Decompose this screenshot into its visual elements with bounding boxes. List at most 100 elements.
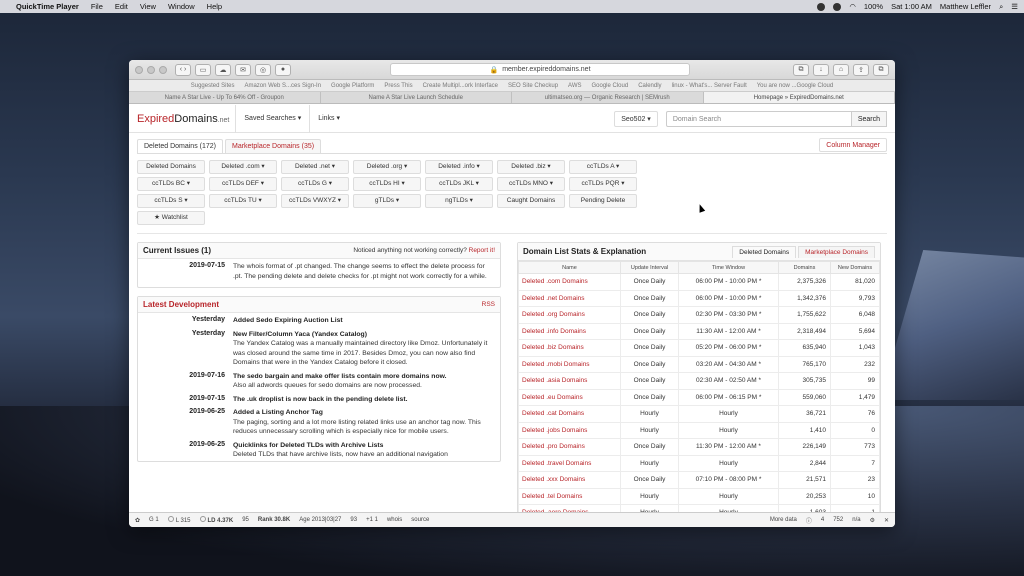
bug-icon[interactable]: ✿: [135, 517, 140, 524]
domain-list-link[interactable]: Deleted .jobs Domains: [518, 421, 621, 439]
stat-item[interactable]: whois: [387, 517, 402, 523]
extension-icon[interactable]: ↓: [813, 63, 829, 76]
battery-level[interactable]: 100%: [864, 2, 883, 11]
zoom-window-button[interactable]: [159, 65, 167, 74]
stat-item[interactable]: Rank 30.8K: [258, 517, 290, 523]
bookmark-item[interactable]: Create Multipl...ork Interface: [423, 83, 498, 89]
browser-tab[interactable]: ultimatseo.org — Organic Research | SEMr…: [512, 92, 704, 103]
user-name[interactable]: Matthew Leffler: [940, 2, 991, 11]
bookmark-item[interactable]: Suggested Sites: [191, 83, 235, 89]
list-button[interactable]: Deleted .net ▾: [281, 160, 349, 174]
list-button[interactable]: Pending Delete: [569, 194, 637, 208]
stat-item[interactable]: 95: [242, 517, 249, 523]
list-button[interactable]: Deleted .biz ▾: [497, 160, 565, 174]
tab-stats-deleted[interactable]: Deleted Domains: [732, 245, 797, 258]
stat-item[interactable]: G 1: [149, 517, 159, 523]
menu-icon[interactable]: ☰: [1011, 2, 1018, 11]
bookmark-item[interactable]: Amazon Web S...ces Sign-In: [244, 83, 321, 89]
links-menu[interactable]: Links ▾: [309, 105, 348, 133]
extension-icon[interactable]: ◎: [255, 63, 271, 76]
tab-stats-marketplace[interactable]: Marketplace Domains: [798, 245, 875, 258]
stat-item[interactable]: n/a: [852, 517, 860, 523]
settings-icon[interactable]: ⚙: [870, 517, 875, 524]
column-header[interactable]: New Domains: [830, 261, 880, 274]
share-icon[interactable]: ⇪: [853, 63, 869, 76]
domain-list-link[interactable]: Deleted .asia Domains: [518, 372, 621, 390]
back-forward-button[interactable]: ‹ ›: [175, 63, 191, 76]
column-header[interactable]: Update Interval: [620, 261, 679, 274]
search-icon[interactable]: ⌕: [999, 2, 1003, 12]
site-logo[interactable]: ExpiredDomains.net: [137, 113, 229, 125]
status-icon[interactable]: [833, 2, 842, 11]
bookmark-item[interactable]: AWS: [568, 83, 581, 89]
home-icon[interactable]: ⌂: [833, 63, 849, 76]
domain-search-input[interactable]: Domain Search: [665, 110, 852, 127]
domain-list-link[interactable]: Deleted .aero Domains: [518, 504, 621, 512]
menu-help[interactable]: Help: [207, 2, 222, 11]
list-button[interactable]: Caught Domains: [497, 194, 565, 208]
minimize-window-button[interactable]: [147, 65, 155, 74]
domain-list-link[interactable]: Deleted .com Domains: [518, 273, 621, 291]
stat-item[interactable]: L 315: [167, 516, 191, 524]
list-button[interactable]: ccTLDs DEF ▾: [209, 177, 277, 191]
bookmark-item[interactable]: Google Platform: [331, 83, 374, 89]
column-manager-button[interactable]: Column Manager: [819, 138, 887, 152]
stat-item[interactable]: 93: [350, 517, 357, 523]
tab-marketplace-domains[interactable]: Marketplace Domains (35): [224, 139, 322, 153]
more-data-button[interactable]: More data: [770, 517, 797, 523]
list-button[interactable]: Deleted .info ▾: [425, 160, 493, 174]
browser-tab-active[interactable]: Homepage » ExpiredDomains.net: [703, 92, 895, 103]
list-button[interactable]: ccTLDs S ▾: [137, 194, 205, 208]
list-button[interactable]: ccTLDs JKL ▾: [425, 177, 493, 191]
tab-deleted-domains[interactable]: Deleted Domains (172): [137, 139, 223, 153]
user-menu[interactable]: Seo502 ▾: [614, 110, 658, 127]
bookmark-item[interactable]: SEO Site Checkup: [508, 83, 558, 89]
list-button[interactable]: ccTLDs TU ▾: [209, 194, 277, 208]
stat-item[interactable]: LD 4.37K: [199, 516, 233, 524]
domain-list-link[interactable]: Deleted .biz Domains: [518, 339, 621, 357]
list-button[interactable]: ccTLDs A ▾: [569, 160, 637, 174]
browser-tab[interactable]: Name A Star Live - Up To 64% Off - Group…: [129, 92, 321, 103]
list-button[interactable]: ccTLDs PQR ▾: [569, 177, 637, 191]
stat-item[interactable]: source: [411, 517, 429, 523]
chat-icon[interactable]: ●: [275, 63, 291, 76]
bookmark-item[interactable]: You are now ...Google Cloud: [757, 83, 834, 89]
column-header[interactable]: Domains: [778, 261, 831, 274]
saved-searches-menu[interactable]: Saved Searches ▾: [235, 105, 309, 133]
stat-item[interactable]: +1 1: [366, 517, 378, 523]
list-button[interactable]: ccTLDs HI ▾: [353, 177, 421, 191]
cloud-icon[interactable]: ☁: [215, 63, 231, 76]
domain-list-link[interactable]: Deleted .mobi Domains: [518, 355, 621, 373]
stat-item[interactable]: 4: [821, 517, 824, 523]
report-link[interactable]: Report it!: [469, 247, 495, 254]
domain-list-link[interactable]: Deleted .pro Domains: [518, 438, 621, 456]
domain-list-link[interactable]: Deleted .org Domains: [518, 306, 621, 324]
domain-list-link[interactable]: Deleted .xxx Domains: [518, 471, 621, 489]
column-header[interactable]: Time Window: [678, 261, 779, 274]
sidebar-icon[interactable]: ▭: [195, 63, 211, 76]
clock[interactable]: Sat 1:00 AM: [891, 2, 932, 11]
extension-icon[interactable]: ⧉: [793, 63, 809, 76]
domain-list-link[interactable]: Deleted .cat Domains: [518, 405, 621, 423]
list-button[interactable]: gTLDs ▾: [353, 194, 421, 208]
domain-list-link[interactable]: Deleted .travel Domains: [518, 454, 621, 472]
wifi-icon[interactable]: ◠: [849, 2, 856, 11]
status-icon[interactable]: [817, 2, 826, 11]
rss-link[interactable]: RSS: [482, 301, 495, 308]
list-button[interactable]: ccTLDs BC ▾: [137, 177, 205, 191]
watchlist-button[interactable]: ★ Watchlist: [137, 211, 205, 225]
menu-window[interactable]: Window: [168, 2, 195, 11]
domain-list-link[interactable]: Deleted .eu Domains: [518, 388, 621, 406]
domain-list-link[interactable]: Deleted .net Domains: [518, 289, 621, 307]
list-button[interactable]: ccTLDs G ▾: [281, 177, 349, 191]
bookmark-item[interactable]: Google Cloud: [592, 83, 629, 89]
list-button[interactable]: Deleted .org ▾: [353, 160, 421, 174]
list-button[interactable]: ccTLDs VWXYZ ▾: [281, 194, 349, 208]
search-button[interactable]: Search: [851, 110, 887, 127]
browser-tab[interactable]: Name A Star Live Launch Schedule: [321, 92, 512, 103]
mail-icon[interactable]: ✉: [235, 63, 251, 76]
info-icon[interactable]: ⓘ: [806, 516, 812, 525]
bookmark-item[interactable]: linux - What's... Server Fault: [672, 83, 747, 89]
list-button[interactable]: ngTLDs ▾: [425, 194, 493, 208]
menu-file[interactable]: File: [91, 2, 103, 11]
